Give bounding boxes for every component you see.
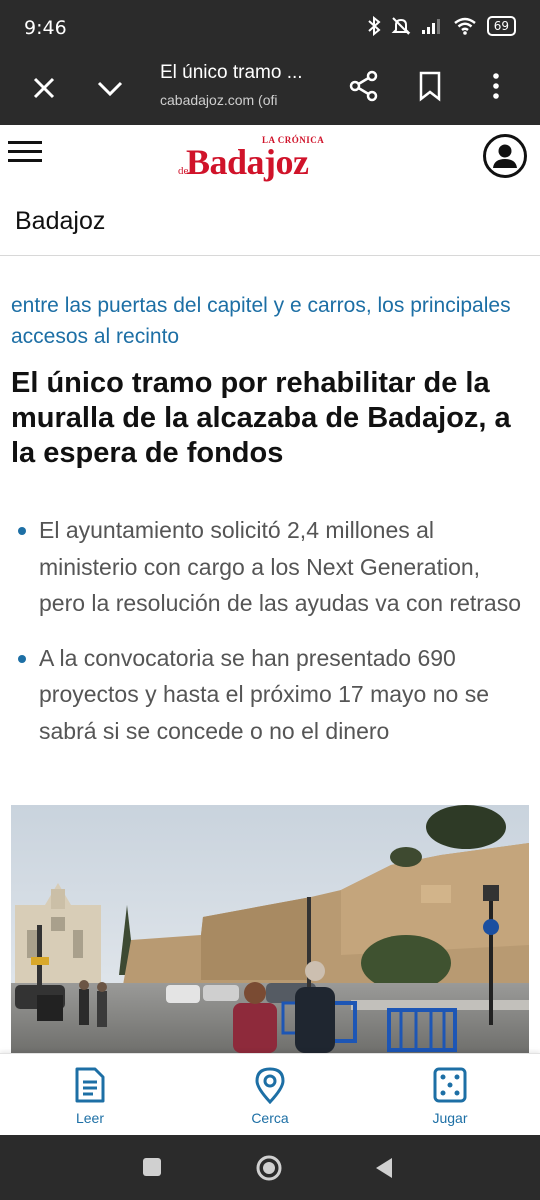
article-summary-list: El ayuntamiento solicitó 2,4 millones al… [18, 512, 528, 767]
location-pin-icon [255, 1067, 285, 1104]
url-display[interactable]: cabadajoz.com (ofi [160, 92, 278, 108]
article-photo[interactable] [11, 805, 529, 1053]
summary-text: El ayuntamiento solicitó 2,4 millones al… [39, 517, 522, 616]
user-account-icon[interactable] [482, 133, 528, 179]
system-navigation-bar [0, 1135, 540, 1200]
site-logo[interactable]: LA CRÓNICA Badajoz de [178, 133, 358, 183]
dice-icon [433, 1067, 467, 1103]
status-time: 9:46 [24, 17, 67, 39]
nav-item-leer[interactable]: Leer [30, 1066, 150, 1126]
home-icon[interactable] [254, 1153, 284, 1183]
status-bar: 9:46 69 [0, 0, 540, 56]
document-icon [75, 1067, 105, 1103]
site-header: LA CRÓNICA Badajoz de [0, 125, 540, 189]
recent-apps-icon[interactable] [140, 1155, 164, 1179]
nav-label: Leer [75, 1110, 105, 1126]
share-icon[interactable] [346, 68, 382, 104]
close-icon[interactable] [26, 70, 62, 106]
article-kicker: entre las puertas del capitel y e carros… [11, 294, 511, 348]
summary-bullet: El ayuntamiento solicitó 2,4 millones al… [18, 512, 528, 622]
bullet-dot [18, 527, 26, 535]
summary-bullet: A la convocatoria se han presentado 690 … [18, 640, 528, 750]
bottom-navigation: Leer Cerca Jugar [0, 1053, 540, 1135]
logo-main-text: Badajoz [186, 142, 309, 182]
bluetooth-icon [368, 16, 381, 36]
mute-bell-icon [391, 17, 411, 35]
article-headline: El único tramo por rehabilitar de la mur… [11, 367, 511, 469]
signal-icon [421, 19, 440, 34]
browser-toolbar: El único tramo ... cabadajoz.com (ofi [0, 56, 540, 125]
nav-label: Jugar [432, 1110, 468, 1126]
chevron-down-icon[interactable] [92, 70, 128, 106]
section-header: Badajoz [0, 189, 540, 256]
battery-indicator: 69 [486, 16, 516, 36]
menu-icon[interactable] [8, 135, 44, 171]
status-icons: 69 [367, 16, 516, 36]
bullet-dot [18, 654, 26, 663]
tab-title[interactable]: El único tramo ... [160, 62, 303, 84]
wifi-icon [453, 17, 476, 35]
back-icon[interactable] [372, 1155, 396, 1181]
nav-label: Cerca [251, 1110, 289, 1126]
nav-item-jugar[interactable]: Jugar [390, 1066, 510, 1126]
nav-item-cerca[interactable]: Cerca [210, 1066, 330, 1126]
more-vert-icon[interactable] [478, 68, 514, 104]
logo-de-text: de [178, 165, 189, 177]
summary-text: A la convocatoria se han presentado 690 … [39, 644, 490, 744]
section-label[interactable]: Badajoz [15, 207, 105, 236]
bookmark-icon[interactable] [412, 68, 448, 104]
